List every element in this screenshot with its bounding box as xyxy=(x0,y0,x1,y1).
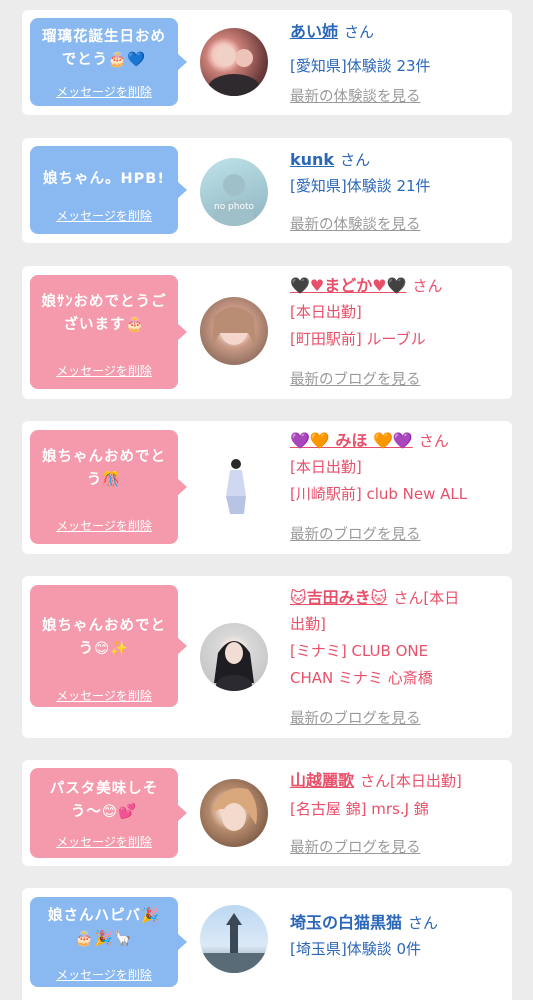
avatar-photo-icon xyxy=(212,788,257,831)
message-card: 娘ちゃんおめでと う🎊 メッセージを削除 💜🧡 みほ 🧡💜 さん [本日出勤] [… xyxy=(22,421,512,554)
message-text: う🎊 xyxy=(86,472,122,488)
delete-message-link[interactable]: メッセージを削除 xyxy=(30,967,178,983)
work-status: [本日出勤] xyxy=(290,458,362,476)
message-text: でとう🎂💙 xyxy=(61,52,147,68)
avatar-photo-icon xyxy=(212,307,256,347)
delete-message-link[interactable]: メッセージを削除 xyxy=(30,208,178,224)
honorific: さん xyxy=(418,432,449,450)
user-name-link[interactable]: 埼玉の白猫黒猫 xyxy=(290,913,402,932)
user-name-link[interactable]: あい姉 xyxy=(290,22,338,41)
message-text: 娘ちゃんおめでと xyxy=(42,449,166,465)
message-text: ざいます🎂 xyxy=(63,317,145,333)
user-name-link[interactable]: 山越麗歌 xyxy=(290,771,354,790)
honorific: さん xyxy=(344,23,375,41)
message-text: 娘ちゃん。HPB! xyxy=(43,171,165,187)
message-text: 瑠璃花誕生日おめ xyxy=(42,29,166,45)
message-card: 娘ｻﾝおめでとうご ざいます🎂 メッセージを削除 🖤♥まどか♥🖤 さん [本日出勤… xyxy=(22,266,512,399)
no-photo-icon xyxy=(214,174,254,226)
user-info: 🖤♥まどか♥🖤 さん [本日出勤] [町田駅前] ルーブル xyxy=(290,273,502,353)
delete-message-link[interactable]: メッセージを削除 xyxy=(30,84,178,100)
shop-info: [ミナミ] CLUB ONE xyxy=(290,642,429,660)
user-info: 🐱吉田みき🐱 さん[本日 出勤] [ミナミ] CLUB ONE CHAN ミナミ … xyxy=(290,585,502,692)
message-text: う〜😊💕 xyxy=(70,804,138,820)
delete-message-link[interactable]: メッセージを削除 xyxy=(30,363,178,379)
avatar[interactable]: no photo xyxy=(200,158,268,226)
avatar-photo-icon xyxy=(208,46,260,96)
message-bubble: パスタ美味しそ う〜😊💕 メッセージを削除 xyxy=(30,768,187,858)
work-status: [本日出勤] xyxy=(290,303,362,321)
message-card: 娘ちゃんおめでと う😊✨ メッセージを削除 🐱吉田みき🐱 さん[本日 出勤] [ミ… xyxy=(22,576,512,738)
user-detail: [埼玉県]体験談 0件 xyxy=(290,940,422,958)
user-name-link[interactable]: 🖤♥まどか♥🖤 xyxy=(290,276,407,295)
message-text: パスタ美味しそ xyxy=(49,781,159,797)
avatar[interactable] xyxy=(200,452,268,520)
user-info: あい姉 さん [愛知県]体験談 23件 xyxy=(290,19,502,80)
message-card: 娘ちゃん。HPB! メッセージを削除 no photo kunk さん [愛知県]… xyxy=(22,138,512,243)
no-photo-text: no photo xyxy=(213,202,255,212)
user-detail: [愛知県]体験談 23件 xyxy=(290,57,431,75)
shop-info: [川崎駅前] club New ALL xyxy=(290,485,468,503)
avatar-photo-icon xyxy=(214,641,254,691)
message-text: う😊✨ xyxy=(78,641,130,657)
honorific: さん[本日出勤] xyxy=(360,772,462,790)
message-bubble: 娘ｻﾝおめでとうご ざいます🎂 メッセージを削除 xyxy=(30,275,187,389)
message-text: 娘ｻﾝおめでとうご xyxy=(41,294,167,310)
message-text: 娘ちゃんおめでと xyxy=(42,618,166,634)
message-bubble: 娘ちゃんおめでと う🎊 メッセージを削除 xyxy=(30,430,187,544)
user-info: kunk さん [愛知県]体験談 21件 xyxy=(290,147,502,200)
latest-link[interactable]: 最新のブログを見る xyxy=(290,836,421,857)
message-card: 娘さんハピバ🎉 🎂🎉🦙 メッセージを削除 埼玉の白猫黒猫 さん [埼玉県]体験談 … xyxy=(22,888,512,1000)
honorific: さん[本日 xyxy=(393,589,460,607)
message-bubble: 娘ちゃん。HPB! メッセージを削除 xyxy=(30,146,187,234)
latest-link[interactable]: 最新のブログを見る xyxy=(290,707,421,728)
delete-message-link[interactable]: メッセージを削除 xyxy=(30,518,178,534)
latest-link[interactable]: 最新のブログを見る xyxy=(290,523,421,544)
message-bubble: 瑠璃花誕生日おめ でとう🎂💙 メッセージを削除 xyxy=(30,18,187,106)
avatar[interactable] xyxy=(200,779,268,847)
shop-info: [町田駅前] ルーブル xyxy=(290,330,426,348)
honorific: さん xyxy=(408,914,439,932)
shop-info: CHAN ミナミ 心斎橋 xyxy=(290,669,433,687)
avatar-photo-icon xyxy=(200,913,268,973)
message-text: 娘さんハピバ🎉 xyxy=(47,908,161,924)
user-info: 山越麗歌 さん[本日出勤] [名古屋 錦] mrs.J 錦 xyxy=(290,768,502,823)
message-bubble: 娘さんハピバ🎉 🎂🎉🦙 メッセージを削除 xyxy=(30,897,187,987)
user-detail: [愛知県]体験談 21件 xyxy=(290,177,431,195)
user-info: 💜🧡 みほ 🧡💜 さん [本日出勤] [川崎駅前] club New ALL xyxy=(290,428,502,508)
message-bubble: 娘ちゃんおめでと う😊✨ メッセージを削除 xyxy=(30,585,187,707)
latest-link[interactable]: 最新のブログを見る xyxy=(290,368,421,389)
shop-info: [名古屋 錦] mrs.J 錦 xyxy=(290,800,429,818)
avatar[interactable] xyxy=(200,28,268,96)
user-name-link[interactable]: kunk xyxy=(290,150,334,169)
delete-message-link[interactable]: メッセージを削除 xyxy=(30,834,178,850)
avatar[interactable] xyxy=(200,905,268,973)
message-list: 瑠璃花誕生日おめ でとう🎂💙 メッセージを削除 あい姉 さん [愛知県]体験談 2… xyxy=(0,0,533,1000)
user-name-link[interactable]: 🐱吉田みき🐱 xyxy=(290,588,387,607)
message-card: パスタ美味しそ う〜😊💕 メッセージを削除 山越麗歌 さん[本日出勤] [名古屋 … xyxy=(22,760,512,866)
avatar[interactable] xyxy=(200,623,268,691)
user-name-link[interactable]: 💜🧡 みほ 🧡💜 xyxy=(290,431,413,450)
user-info: 埼玉の白猫黒猫 さん [埼玉県]体験談 0件 xyxy=(290,910,502,963)
message-card: 瑠璃花誕生日おめ でとう🎂💙 メッセージを削除 あい姉 さん [愛知県]体験談 2… xyxy=(22,10,512,115)
latest-link[interactable]: 最新の体験談を見る xyxy=(290,85,421,106)
message-text: 🎂🎉🦙 xyxy=(75,931,133,947)
avatar-photo-icon xyxy=(226,459,246,514)
latest-link[interactable]: 最新の体験談を見る xyxy=(290,213,421,234)
work-status: 出勤] xyxy=(290,615,326,633)
delete-message-link[interactable]: メッセージを削除 xyxy=(30,688,178,704)
honorific: さん xyxy=(412,277,443,295)
avatar[interactable] xyxy=(200,297,268,365)
honorific: さん xyxy=(340,151,371,169)
